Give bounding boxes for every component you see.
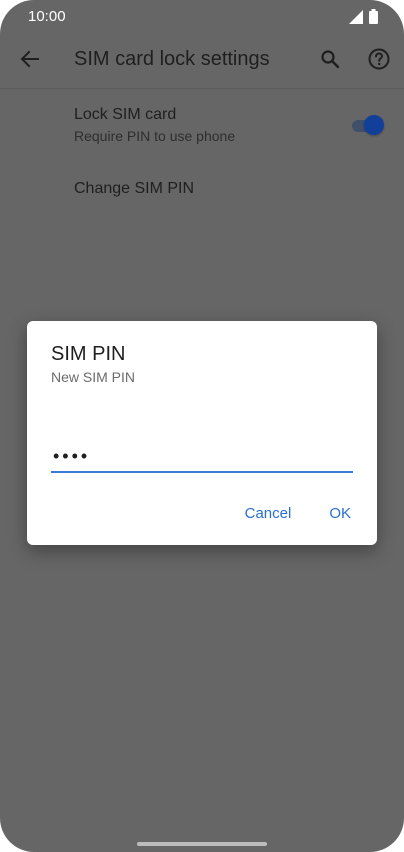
search-icon bbox=[320, 49, 340, 74]
app-bar-divider bbox=[0, 88, 404, 89]
status-bar: 10:00 bbox=[0, 0, 404, 34]
battery-icon bbox=[369, 9, 378, 29]
signal-icon bbox=[349, 9, 363, 29]
sim-pin-dialog: SIM PIN New SIM PIN Cancel OK bbox=[27, 321, 377, 545]
lock-sim-toggle[interactable] bbox=[350, 114, 386, 138]
page-title: SIM card lock settings bbox=[74, 48, 270, 70]
setting-title: Change SIM PIN bbox=[74, 180, 195, 197]
app-bar: SIM card lock settings bbox=[0, 34, 404, 88]
dialog-actions: Cancel OK bbox=[237, 501, 359, 526]
help-button[interactable] bbox=[364, 46, 394, 76]
back-button[interactable] bbox=[16, 47, 44, 75]
ok-button[interactable]: OK bbox=[321, 501, 359, 526]
setting-change-sim-pin[interactable]: Change SIM PIN bbox=[0, 168, 404, 212]
dialog-message: New SIM PIN bbox=[51, 369, 136, 385]
toggle-thumb bbox=[364, 115, 384, 135]
back-arrow-icon bbox=[20, 49, 40, 74]
setting-title: Lock SIM card bbox=[74, 106, 177, 123]
setting-lock-sim-card[interactable]: Lock SIM card Require PIN to use phone bbox=[0, 100, 404, 156]
help-icon bbox=[368, 48, 390, 75]
setting-subtitle: Require PIN to use phone bbox=[74, 128, 236, 144]
pin-input[interactable] bbox=[51, 445, 353, 473]
dialog-title: SIM PIN bbox=[51, 343, 126, 365]
cancel-button[interactable]: Cancel bbox=[237, 501, 300, 526]
phone-screen: 10:00 SIM card lock settings Lock SIM ca… bbox=[0, 0, 404, 852]
status-time: 10:00 bbox=[28, 8, 66, 25]
navigation-handle[interactable] bbox=[137, 842, 267, 846]
status-icons bbox=[349, 9, 378, 29]
search-button[interactable] bbox=[316, 47, 344, 75]
